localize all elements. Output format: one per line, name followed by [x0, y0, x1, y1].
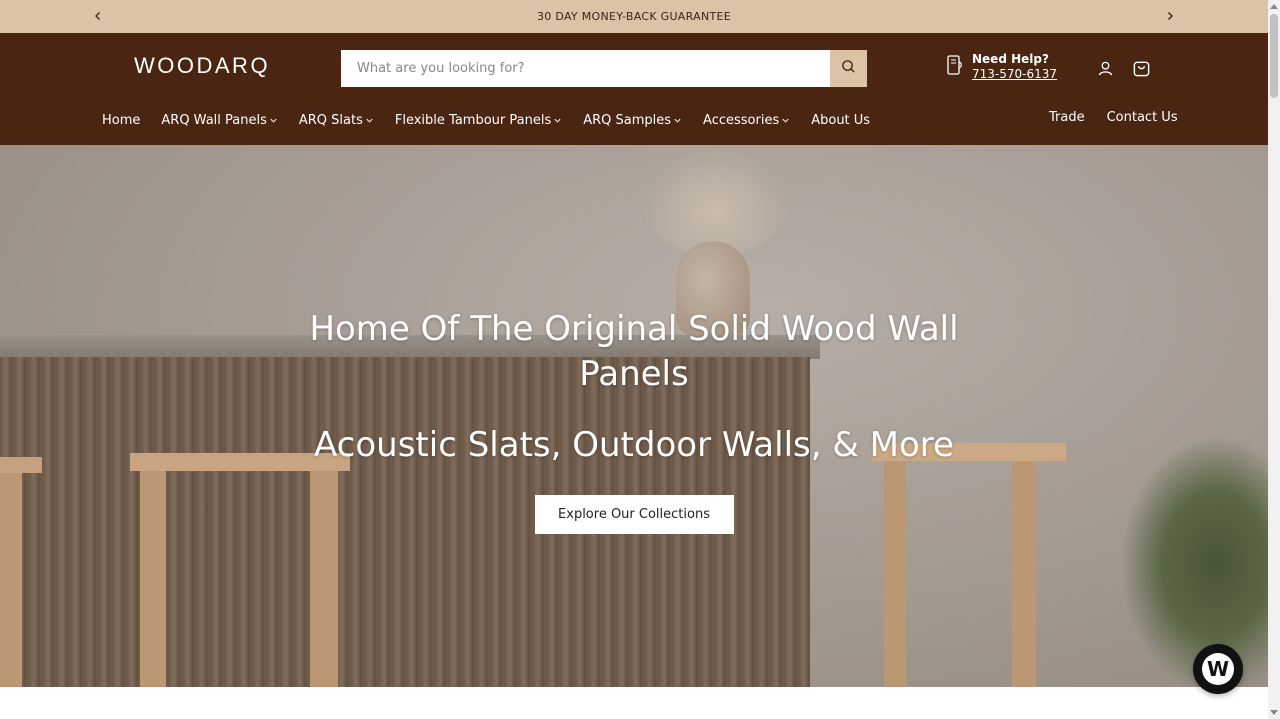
secondary-nav: Trade Contact Us [1049, 110, 1178, 125]
hero-banner: Home Of The Original Solid Wood Wall Pan… [0, 145, 1268, 687]
nav-item-label: Home [102, 112, 141, 128]
site-header: WOODARQ Need Help? 713-570-6137 Home ARQ… [0, 33, 1268, 145]
nav-item-arq-slats[interactable]: ARQ Slats [299, 113, 374, 128]
explore-collections-button[interactable]: Explore Our Collections [534, 495, 734, 534]
help-phone-link[interactable]: 713-570-6137 [972, 67, 1057, 82]
chevron-right-icon[interactable] [1162, 8, 1178, 24]
nav-item-trade[interactable]: Trade [1049, 110, 1085, 125]
main-nav: Home ARQ Wall Panels ARQ Slats Flexible … [102, 110, 891, 130]
chevron-down-icon [781, 116, 790, 125]
page-scrollbar[interactable] [1268, 0, 1280, 719]
scrollbar-thumb[interactable] [1270, 14, 1278, 98]
chevron-down-icon [553, 116, 562, 125]
chevron-down-icon [269, 116, 278, 125]
chevron-down-icon [365, 116, 374, 125]
nav-item-about-us[interactable]: About Us [811, 113, 870, 128]
nav-item-arq-samples[interactable]: ARQ Samples [583, 113, 682, 128]
search-button[interactable] [830, 50, 867, 87]
announcement-bar: 30 DAY MONEY-BACK GUARANTEE [0, 0, 1268, 33]
chevron-left-icon[interactable] [90, 8, 106, 24]
hero-title: Home Of The Original Solid Wood Wall Pan… [309, 309, 959, 394]
cart-icon[interactable] [1131, 58, 1151, 78]
nav-item-label: ARQ Samples [583, 112, 672, 128]
site-logo[interactable]: WOODARQ [134, 53, 270, 79]
nav-item-flexible-tambour-panels[interactable]: Flexible Tambour Panels [395, 113, 562, 128]
chat-widget-glyph: W [1207, 657, 1229, 681]
help-title: Need Help? [972, 52, 1049, 66]
search-bar [341, 50, 867, 87]
phone-icon [946, 54, 964, 80]
chevron-down-icon [673, 116, 682, 125]
nav-item-label: Flexible Tambour Panels [394, 112, 552, 128]
nav-item-contact-us[interactable]: Contact Us [1107, 110, 1178, 125]
scroll-up-icon[interactable] [1270, 2, 1278, 10]
nav-item-label: ARQ Wall Panels [161, 112, 267, 128]
scroll-down-icon[interactable] [1270, 709, 1278, 717]
search-icon [841, 59, 856, 78]
search-input[interactable] [341, 50, 830, 87]
nav-item-accessories[interactable]: Accessories [703, 113, 790, 128]
hero-content: Home Of The Original Solid Wood Wall Pan… [0, 145, 1268, 687]
nav-item-label: Accessories [703, 112, 780, 128]
nav-item-arq-wall-panels[interactable]: ARQ Wall Panels [161, 113, 277, 128]
help-contact: Need Help? 713-570-6137 [946, 52, 1057, 82]
chat-widget-icon[interactable]: W [1193, 644, 1243, 694]
account-icon[interactable] [1095, 58, 1115, 78]
announcement-text: 30 DAY MONEY-BACK GUARANTEE [536, 10, 731, 23]
nav-item-label: About Us [811, 112, 871, 128]
nav-item-label: ARQ Slats [298, 112, 363, 128]
hero-subtitle: Acoustic Slats, Outdoor Walls, & More [314, 425, 954, 465]
nav-item-home[interactable]: Home [102, 113, 140, 128]
